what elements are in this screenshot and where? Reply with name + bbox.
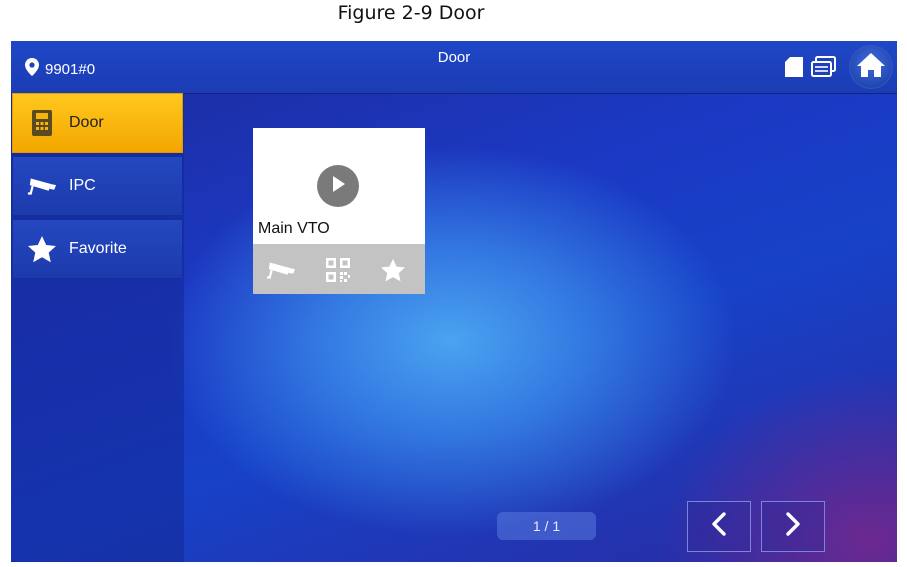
camera-icon[interactable] (266, 256, 296, 284)
device-name: Main VTO (258, 220, 330, 237)
qr-code-icon[interactable] (323, 256, 353, 284)
play-icon (330, 175, 346, 198)
chevron-right-icon (785, 512, 801, 541)
device-action-bar (253, 244, 425, 294)
chevron-left-icon (711, 512, 727, 541)
sidebar-item-favorite[interactable]: Favorite (12, 219, 183, 279)
message-icon[interactable] (811, 55, 837, 79)
sidebar-item-label: IPC (69, 177, 96, 194)
door-screen: 9901#0 Door Door IPC Favorite Main VTO 1… (11, 41, 897, 562)
sidebar-item-label: Favorite (69, 240, 127, 257)
page-indicator: 1 / 1 (497, 512, 596, 540)
sidebar-item-label: Door (69, 114, 104, 131)
sidebar: Door IPC Favorite (11, 93, 184, 562)
home-button[interactable] (849, 45, 893, 89)
device-card[interactable]: Main VTO (253, 128, 425, 294)
sd-card-icon[interactable] (783, 55, 805, 79)
previous-page-button[interactable] (687, 501, 751, 552)
sidebar-item-ipc[interactable]: IPC (12, 156, 183, 216)
door-panel-icon (27, 108, 57, 138)
camera-icon (27, 171, 57, 201)
next-page-button[interactable] (761, 501, 825, 552)
sidebar-item-door[interactable]: Door (12, 93, 183, 153)
top-bar: 9901#0 Door (11, 41, 897, 94)
star-icon[interactable] (378, 256, 408, 284)
page-title: Door (437, 49, 471, 66)
figure-caption: Figure 2-9 Door (337, 2, 485, 24)
home-icon (856, 52, 886, 83)
play-button[interactable] (317, 165, 359, 207)
star-icon (27, 234, 57, 264)
